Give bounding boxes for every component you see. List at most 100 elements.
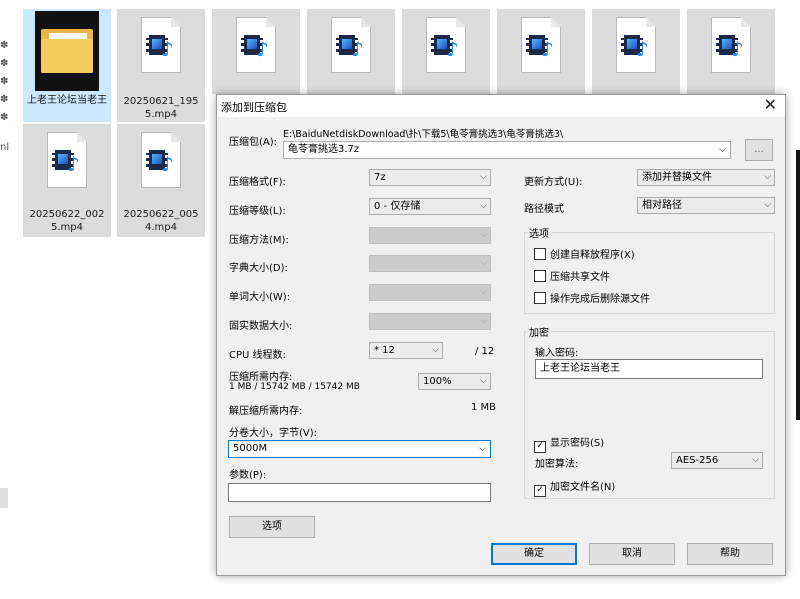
split-label: 分卷大小，字节(V): bbox=[229, 428, 318, 439]
chevron-down-icon: ⌵ bbox=[764, 172, 771, 182]
encryption-method-select[interactable]: AES-256 ⌵ bbox=[671, 452, 763, 469]
chevron-down-icon: ⌵ bbox=[480, 376, 487, 386]
file-name: 20250622_0054.mp4 bbox=[123, 209, 199, 233]
file-item-video[interactable]: ♪ bbox=[592, 9, 680, 94]
path-mode-label: 路径模式 bbox=[524, 204, 564, 215]
video-file-icon: ♪ bbox=[141, 17, 181, 73]
word-label: 单词大小(W): bbox=[229, 292, 291, 303]
video-file-icon: ♪ bbox=[47, 132, 87, 188]
video-file-icon: ♪ bbox=[331, 17, 371, 73]
chevron-down-icon: ⌵ bbox=[480, 316, 487, 326]
chevron-down-icon: ⌵ bbox=[480, 201, 487, 211]
encrypt-names-label: 加密文件名(N) bbox=[550, 482, 616, 493]
word-select[interactable]: ⌵ bbox=[369, 284, 491, 301]
params-input[interactable] bbox=[228, 483, 491, 502]
password-input[interactable]: 上老王论坛当老王 bbox=[535, 359, 763, 379]
cpu-label: CPU 线程数: bbox=[229, 350, 286, 361]
ok-button[interactable]: 确定 bbox=[491, 543, 577, 565]
chevron-down-icon: ⌵ bbox=[432, 345, 439, 355]
path-mode-select[interactable]: 相对路径 ⌵ bbox=[637, 197, 775, 214]
method-label: 压缩方法(M): bbox=[229, 235, 289, 246]
decompress-memory-value: 1 MB bbox=[471, 402, 497, 413]
sfx-checkbox[interactable]: 创建自释放程序(X) bbox=[534, 246, 635, 261]
chevron-down-icon: ⌵ bbox=[752, 455, 759, 465]
chevron-down-icon: ⌵ bbox=[480, 287, 487, 297]
options-button[interactable]: 选项 bbox=[229, 516, 315, 538]
archive-path: E:\BaiduNetdiskDownload\扑\下载5\龟苓膏挑选3\龟苓膏… bbox=[283, 129, 564, 140]
file-name: 20250621_1955.mp4 bbox=[123, 96, 199, 120]
cpu-total: / 12 bbox=[475, 346, 495, 357]
dict-select[interactable]: ⌵ bbox=[369, 255, 491, 272]
pin-icon: ✽ bbox=[0, 40, 9, 51]
encrypt-names-checkbox[interactable]: ✓ 加密文件名(N) bbox=[534, 478, 615, 497]
file-item-video[interactable]: ♪ 20250621_1955.mp4 bbox=[117, 9, 205, 122]
pin-icon: ✽ bbox=[0, 58, 9, 69]
memory-percent-select[interactable]: 100% ⌵ bbox=[418, 373, 491, 390]
update-mode-value: 添加并替换文件 bbox=[642, 172, 712, 183]
nav-fragment bbox=[0, 488, 8, 508]
show-password-checkbox[interactable]: ✓ 显示密码(S) bbox=[534, 434, 604, 453]
memory-percent-value: 100% bbox=[423, 376, 452, 387]
file-item-video[interactable]: ♪ bbox=[497, 9, 585, 94]
options-group-title: 选项 bbox=[527, 225, 551, 240]
pin-icon: ✽ bbox=[0, 112, 9, 123]
check-icon: ✓ bbox=[534, 485, 546, 497]
dialog-titlebar[interactable]: 添加到压缩包 ✕ bbox=[217, 95, 785, 117]
chevron-down-icon: ⌵ bbox=[764, 200, 771, 210]
check-icon: ✓ bbox=[534, 441, 546, 453]
sfx-label: 创建自释放程序(X) bbox=[550, 250, 635, 261]
chevron-down-icon: ⌵ bbox=[480, 258, 487, 268]
path-mode-value: 相对路径 bbox=[642, 200, 682, 211]
cpu-select[interactable]: * 12 ⌵ bbox=[369, 342, 443, 359]
file-item-video[interactable]: ♪ bbox=[402, 9, 490, 94]
file-item-folder[interactable]: 上老王论坛当老王 bbox=[23, 9, 111, 122]
file-item-video[interactable]: ♪ 20250622_0054.mp4 bbox=[117, 124, 205, 237]
archive-name-value: 龟苓膏挑选3.7z bbox=[288, 144, 360, 155]
add-to-archive-dialog: 添加到压缩包 ✕ 压缩包(A): E:\BaiduNetdiskDownload… bbox=[216, 94, 786, 576]
delete-source-checkbox[interactable]: 操作完成后删除源文件 bbox=[534, 290, 650, 305]
close-icon[interactable]: ✕ bbox=[764, 96, 777, 114]
memory-label: 压缩所需内存: bbox=[229, 372, 293, 383]
video-file-icon: ♪ bbox=[616, 17, 656, 73]
decompress-memory-label: 解压缩所需内存: bbox=[229, 406, 303, 417]
video-file-icon: ♪ bbox=[141, 132, 181, 188]
solid-label: 固实数据大小: bbox=[229, 321, 293, 332]
file-item-video[interactable]: ♪ bbox=[212, 9, 300, 94]
video-file-icon: ♪ bbox=[521, 17, 561, 73]
encryption-method-value: AES-256 bbox=[676, 455, 719, 466]
pin-icon: ✽ bbox=[0, 76, 9, 87]
dialog-title: 添加到压缩包 bbox=[221, 101, 287, 114]
format-select[interactable]: 7z ⌵ bbox=[369, 169, 491, 186]
password-label: 输入密码: bbox=[535, 348, 579, 359]
method-select[interactable]: ⌵ bbox=[369, 227, 491, 244]
split-size-input[interactable]: 5000M ⌵ bbox=[228, 440, 491, 458]
file-item-video[interactable]: ♪ 20250622_0025.mp4 bbox=[23, 124, 111, 237]
level-select[interactable]: 0 - 仅存储 ⌵ bbox=[369, 198, 491, 215]
show-password-label: 显示密码(S) bbox=[550, 438, 605, 449]
params-label: 参数(P): bbox=[229, 470, 267, 481]
chevron-down-icon: ⌵ bbox=[480, 172, 487, 182]
browse-button[interactable]: ... bbox=[745, 139, 773, 161]
chevron-down-icon: ⌵ bbox=[480, 230, 487, 240]
file-item-video[interactable]: ♪ bbox=[307, 9, 395, 94]
help-button[interactable]: 帮助 bbox=[687, 543, 773, 565]
shared-files-checkbox[interactable]: 压缩共享文件 bbox=[534, 268, 610, 283]
update-mode-select[interactable]: 添加并替换文件 ⌵ bbox=[637, 169, 775, 186]
level-label: 压缩等级(L): bbox=[229, 206, 286, 217]
archive-label: 压缩包(A): bbox=[229, 137, 278, 148]
file-item-video[interactable]: ♪ bbox=[687, 9, 775, 94]
format-label: 压缩格式(F): bbox=[229, 177, 286, 188]
cancel-button[interactable]: 取消 bbox=[589, 543, 675, 565]
video-file-icon: ♪ bbox=[426, 17, 466, 73]
delete-source-label: 操作完成后删除源文件 bbox=[550, 294, 650, 305]
video-file-icon: ♪ bbox=[236, 17, 276, 73]
chevron-down-icon: ⌵ bbox=[719, 145, 726, 155]
nav-fragment-text: nl bbox=[0, 142, 10, 153]
solid-select[interactable]: ⌵ bbox=[369, 313, 491, 330]
encryption-method-label: 加密算法: bbox=[535, 459, 579, 470]
window-edge bbox=[796, 150, 800, 420]
format-value: 7z bbox=[374, 172, 386, 183]
archive-name-input[interactable]: 龟苓膏挑选3.7z ⌵ bbox=[283, 141, 731, 159]
file-name: 上老王论坛当老王 bbox=[27, 95, 107, 106]
shared-files-label: 压缩共享文件 bbox=[550, 272, 610, 283]
